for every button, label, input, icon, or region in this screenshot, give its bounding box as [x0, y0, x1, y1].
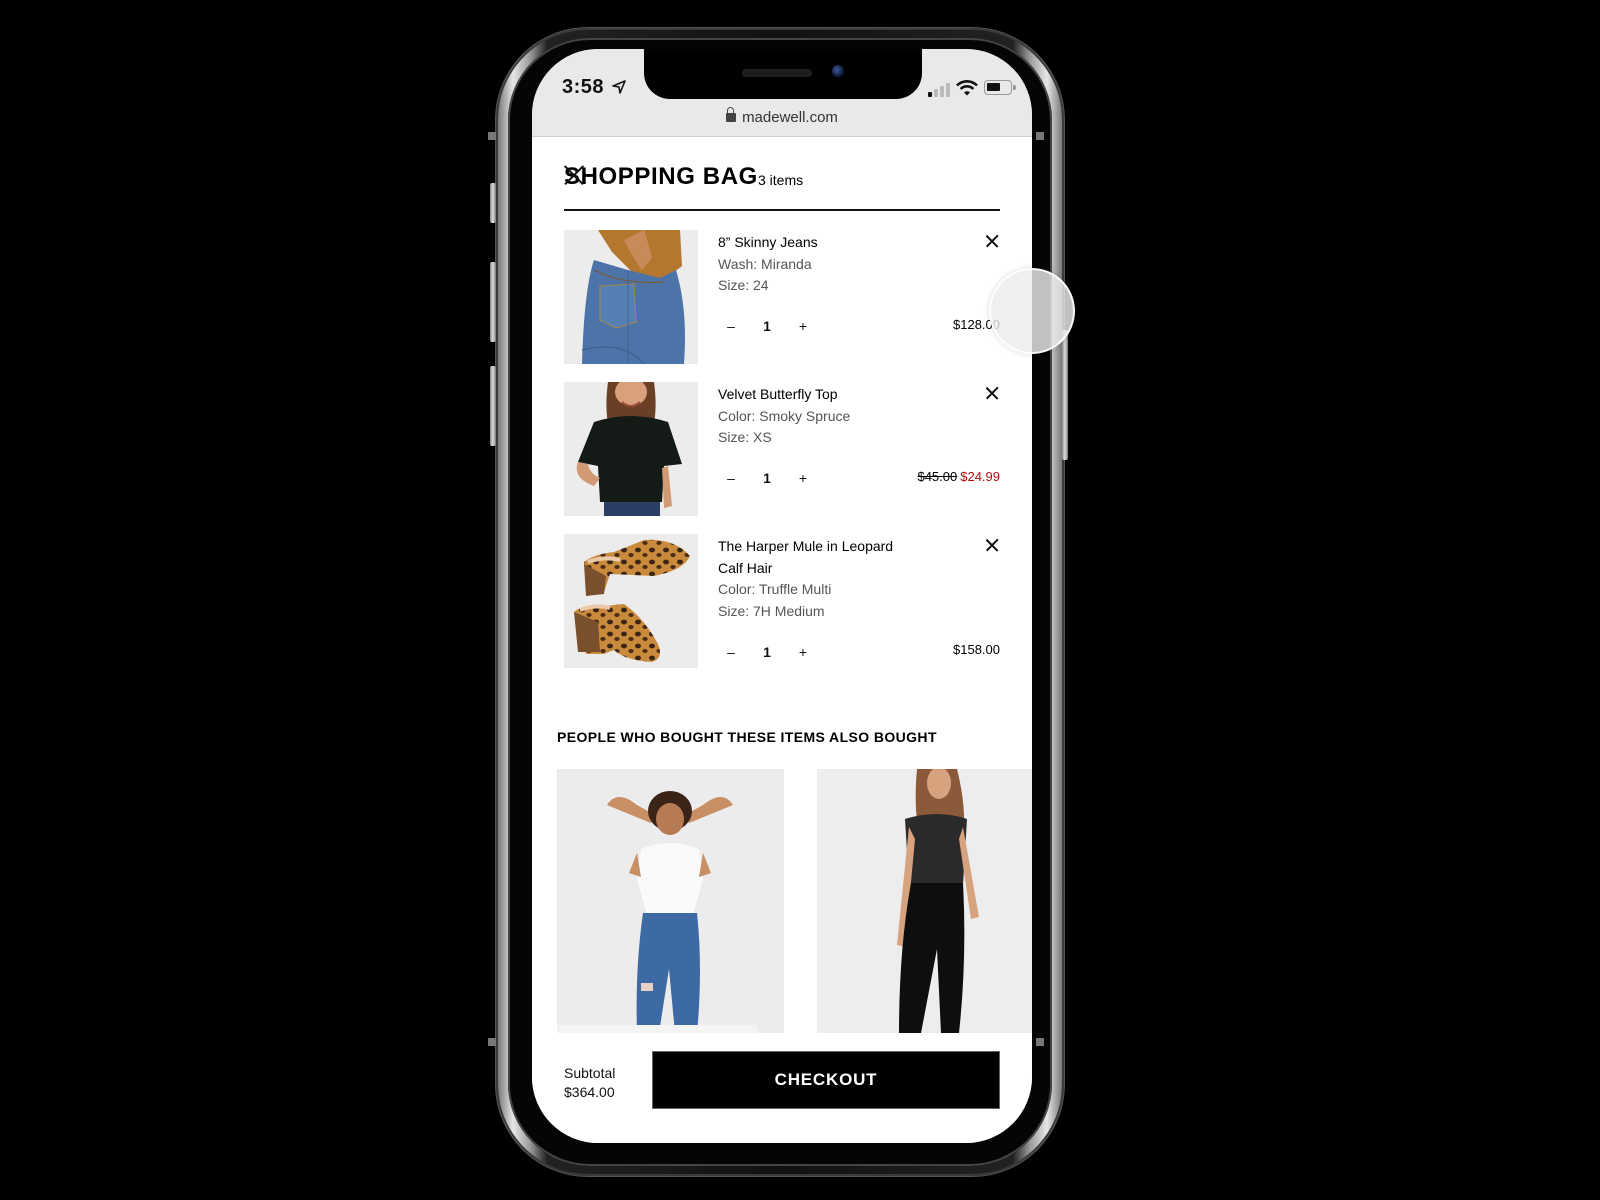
front-camera	[832, 65, 844, 77]
phone-screen: 3:58 madewell.com SHOPPING BAG 3 items 8…	[532, 49, 1032, 1143]
bag-item: The Harper Mule in Leopard Calf Hair Col…	[564, 534, 1000, 668]
mute-switch	[490, 183, 496, 223]
remove-item-icon[interactable]	[986, 235, 998, 247]
item-count: 3 items	[758, 172, 804, 188]
item-color: Color: Truffle Multi	[718, 581, 832, 597]
item-price: $158.00	[953, 642, 1000, 657]
remove-item-icon[interactable]	[986, 387, 998, 399]
bag-header: SHOPPING BAG 3 items	[564, 157, 1000, 211]
quantity-value: 1	[763, 470, 771, 486]
antenna-band	[488, 1038, 496, 1046]
item-name[interactable]: Velvet Butterfly Top	[718, 384, 918, 406]
decrease-quantity-button[interactable]: –	[724, 318, 738, 334]
subtotal-label: Subtotal	[564, 1065, 616, 1081]
volume-down-button	[490, 366, 496, 446]
item-name[interactable]: 8” Skinny Jeans	[718, 232, 918, 254]
remove-item-icon[interactable]	[986, 539, 998, 551]
antenna-band	[488, 132, 496, 140]
increase-quantity-button[interactable]: +	[796, 644, 810, 660]
item-info: The Harper Mule in Leopard Calf Hair Col…	[718, 536, 918, 622]
item-info: Velvet Butterfly Top Color: Smoky Spruce…	[718, 384, 918, 449]
item-size: Size: XS	[718, 429, 772, 445]
quantity-stepper: – 1 +	[718, 318, 818, 340]
url-text: madewell.com	[742, 109, 838, 126]
original-price: $45.00	[917, 469, 958, 484]
increase-quantity-button[interactable]: +	[796, 470, 810, 486]
address-bar[interactable]: madewell.com	[532, 107, 1032, 126]
item-color: Color: Smoky Spruce	[718, 407, 851, 424]
quantity-value: 1	[763, 318, 771, 334]
item-info: 8” Skinny Jeans Wash: Miranda Size: 24	[718, 232, 918, 297]
recommendation-card[interactable]	[557, 769, 784, 1033]
close-icon[interactable]	[564, 165, 584, 185]
item-size: Size: 7H Medium	[718, 602, 825, 619]
subtotal-value: $364.00	[564, 1084, 615, 1100]
page-title: SHOPPING BAG	[564, 163, 758, 190]
increase-quantity-button[interactable]: +	[796, 318, 810, 334]
status-bar: 3:58 madewell.com	[532, 49, 1032, 137]
cellular-signal-icon	[928, 83, 950, 97]
wifi-icon	[956, 80, 978, 96]
recommendation-card[interactable]	[817, 769, 1032, 1033]
speaker-grille	[742, 69, 812, 77]
jeans-image	[564, 230, 698, 364]
product-image[interactable]	[564, 230, 698, 364]
quantity-stepper: – 1 +	[718, 470, 818, 492]
velvet-top-image	[564, 382, 698, 516]
lock-icon	[726, 107, 737, 122]
sale-price: $24.99	[960, 469, 1000, 484]
recommendation-image	[817, 769, 1032, 1033]
location-arrow-icon	[612, 80, 626, 94]
product-image[interactable]	[564, 382, 698, 516]
power-button	[1062, 330, 1068, 460]
quantity-stepper: – 1 +	[718, 644, 818, 666]
item-wash: Wash: Miranda	[718, 255, 812, 272]
status-time: 3:58	[562, 76, 605, 98]
checkout-button[interactable]: CHECKOUT	[652, 1051, 1000, 1109]
item-price: $45.00 $24.99	[917, 469, 1000, 484]
checkout-footer: Subtotal $364.00 CHECKOUT	[532, 1033, 1032, 1143]
recommendations-title: PEOPLE WHO BOUGHT THESE ITEMS ALSO BOUGH…	[557, 729, 937, 745]
bag-item: Velvet Butterfly Top Color: Smoky Spruce…	[564, 382, 1000, 516]
battery-icon	[984, 80, 1016, 95]
antenna-band	[1036, 132, 1044, 140]
item-name[interactable]: The Harper Mule in Leopard Calf Hair	[718, 536, 918, 579]
leopard-mules-image	[564, 534, 698, 668]
notch	[644, 49, 922, 99]
touch-indicator	[989, 268, 1075, 354]
antenna-band	[1036, 1038, 1044, 1046]
decrease-quantity-button[interactable]: –	[724, 644, 738, 660]
recommendation-image	[557, 769, 784, 1033]
bag-item: 8” Skinny Jeans Wash: Miranda Size: 24 –…	[564, 230, 1000, 364]
product-image[interactable]	[564, 534, 698, 668]
decrease-quantity-button[interactable]: –	[724, 470, 738, 486]
quantity-value: 1	[763, 644, 771, 660]
volume-up-button	[490, 262, 496, 342]
item-size: Size: 24	[718, 277, 769, 293]
